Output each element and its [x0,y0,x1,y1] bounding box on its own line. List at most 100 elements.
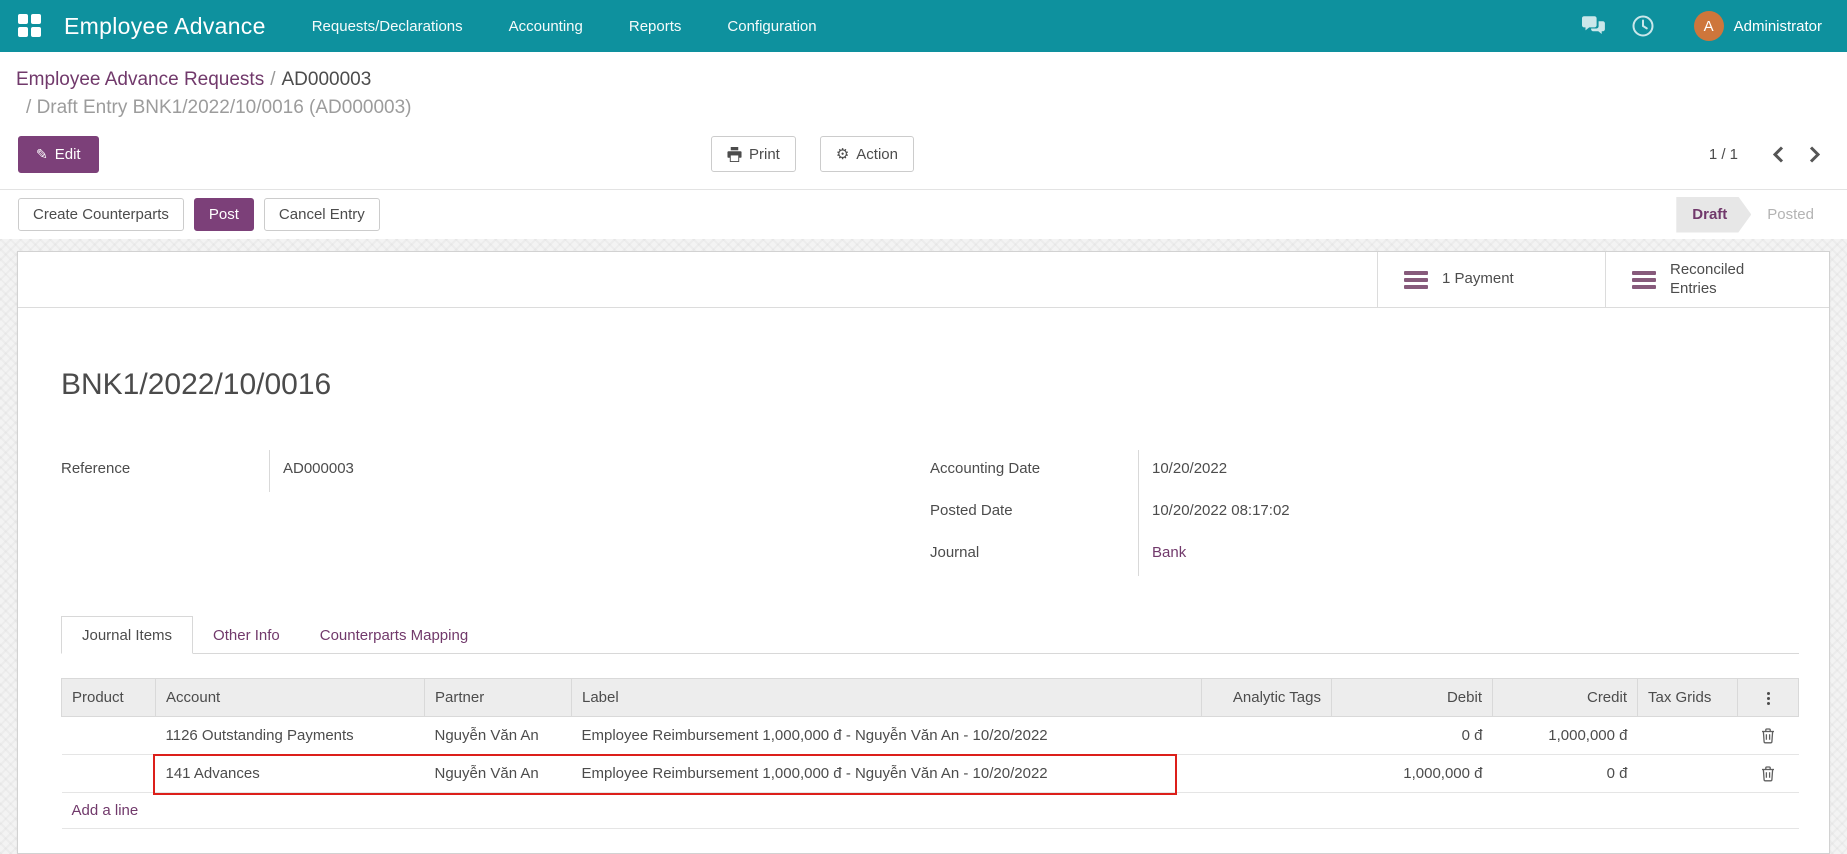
delete-row-button[interactable] [1738,755,1799,793]
cell-label[interactable]: Employee Reimbursement 1,000,000 đ - Ngu… [572,717,1202,755]
app-brand[interactable]: Employee Advance [64,13,266,40]
col-debit: Debit [1332,679,1493,717]
state-posted[interactable]: Posted [1751,197,1830,233]
action-button[interactable]: ⚙ Action [820,136,914,172]
breadcrumb-record-link[interactable]: AD000003 [282,69,372,90]
breadcrumb-separator: / [264,69,281,90]
cell-tax-grids[interactable] [1638,755,1738,793]
cell-account[interactable]: 141 Advances [156,755,425,793]
journal-items-body: 1126 Outstanding PaymentsNguyễn Văn AnEm… [62,717,1799,793]
cell-credit[interactable]: 0 đ [1493,755,1638,793]
cell-debit[interactable]: 0 đ [1332,717,1493,755]
edit-button-label: Edit [55,146,81,163]
tab-journal-items[interactable]: Journal Items [61,616,193,654]
cancel-entry-button[interactable]: Cancel Entry [264,198,380,231]
journal-items-table: Product Account Partner Label Analytic T… [61,678,1799,829]
pencil-icon: ✎ [36,146,48,163]
post-button[interactable]: Post [194,198,254,231]
statusbar: Create Counterparts Post Cancel Entry Dr… [0,190,1847,239]
user-menu[interactable]: Administrator [1734,18,1822,35]
pager-next-button[interactable] [1807,144,1822,165]
cell-product[interactable] [62,717,156,755]
menu-requests-declarations[interactable]: Requests/Declarations [312,18,463,35]
breadcrumb-current: Draft Entry BNK1/2022/10/0016 (AD000003) [37,97,412,118]
journal-value-link[interactable]: Bank [1138,534,1799,576]
tab-counterparts-mapping[interactable]: Counterparts Mapping [300,616,488,654]
menu-reports[interactable]: Reports [629,18,682,35]
add-line-link[interactable]: Add a line [72,802,139,819]
payments-stat-button[interactable]: 1 Payment [1377,252,1605,307]
state-draft[interactable]: Draft [1676,197,1751,233]
edit-button[interactable]: ✎ Edit [18,136,99,173]
tab-other-info[interactable]: Other Info [193,616,300,654]
cell-account[interactable]: 1126 Outstanding Payments [156,717,425,755]
pager-previous-button[interactable] [1771,144,1786,165]
accounting-date-value: 10/20/2022 [1138,450,1799,492]
notebook-tabs: Journal Items Other Info Counterparts Ma… [61,616,1799,654]
action-button-label: Action [856,146,898,163]
journal-label: Journal [930,534,1138,576]
top-navbar: Employee Advance Requests/Declarations A… [0,0,1847,52]
printer-icon [727,147,742,162]
form-view: 1 Payment Reconciled Entries BNK1/2022/1… [0,239,1847,854]
posted-date-value: 10/20/2022 08:17:02 [1138,492,1799,534]
col-analytic-tags: Analytic Tags [1202,679,1332,717]
state-widget: Draft Posted [1676,197,1830,233]
cell-partner[interactable]: Nguyễn Văn An [425,717,572,755]
apps-grid-icon[interactable] [18,14,42,38]
cell-debit[interactable]: 1,000,000 đ [1332,755,1493,793]
field-groups: Reference AD000003 Accounting Date 10/20… [61,450,1799,576]
chevron-right-icon [1809,146,1820,163]
cell-analytic-tags[interactable] [1202,717,1332,755]
breadcrumb-root-link[interactable]: Employee Advance Requests [16,69,264,90]
reference-value: AD000003 [269,450,930,492]
payments-stat-label: 1 Payment [1442,270,1514,289]
posted-date-label: Posted Date [930,492,1138,534]
chevron-left-icon [1773,146,1784,163]
form-sheet: 1 Payment Reconciled Entries BNK1/2022/1… [17,251,1830,854]
col-product: Product [62,679,156,717]
create-counterparts-button[interactable]: Create Counterparts [18,198,184,231]
table-row[interactable]: 1126 Outstanding PaymentsNguyễn Văn AnEm… [62,717,1799,755]
pager: 1 / 1 [1709,144,1822,165]
control-panel: Employee Advance Requests/AD000003 / Dra… [0,52,1847,190]
col-account: Account [156,679,425,717]
journal-items-bars-icon [1632,271,1656,289]
cell-tax-grids[interactable] [1638,717,1738,755]
menu-accounting[interactable]: Accounting [509,18,583,35]
delete-row-button[interactable] [1738,717,1799,755]
optional-columns-icon[interactable] [1738,679,1799,717]
cell-product[interactable] [62,755,156,793]
app-window: Employee Advance Requests/Declarations A… [0,0,1847,854]
breadcrumb-separator: / [26,97,31,118]
journal-items-bars-icon [1404,271,1428,289]
add-line-row: Add a line [62,793,1799,829]
menu-configuration[interactable]: Configuration [727,18,816,35]
col-credit: Credit [1493,679,1638,717]
reference-label: Reference [61,450,269,492]
table-row[interactable]: 141 AdvancesNguyễn Văn AnEmployee Reimbu… [62,755,1799,793]
user-avatar[interactable]: A [1694,11,1724,41]
messages-icon[interactable] [1581,16,1606,36]
cell-credit[interactable]: 1,000,000 đ [1493,717,1638,755]
cell-label[interactable]: Employee Reimbursement 1,000,000 đ - Ngu… [572,755,1202,793]
reconciled-entries-stat-button[interactable]: Reconciled Entries [1605,252,1829,307]
trash-icon [1761,765,1775,782]
record-title: BNK1/2022/10/0016 [61,368,1799,402]
main-menu: Requests/Declarations Accounting Reports… [312,18,817,35]
table-header-row: Product Account Partner Label Analytic T… [62,679,1799,717]
left-field-group: Reference AD000003 [61,450,930,576]
print-button-label: Print [749,146,780,163]
pager-value[interactable]: 1 / 1 [1709,146,1738,163]
stat-button-box: 1 Payment Reconciled Entries [18,252,1829,308]
gear-icon: ⚙ [836,145,849,163]
col-partner: Partner [425,679,572,717]
cell-partner[interactable]: Nguyễn Văn An [425,755,572,793]
right-field-group: Accounting Date 10/20/2022 Posted Date 1… [930,450,1799,576]
print-button[interactable]: Print [711,136,796,172]
trash-icon [1761,727,1775,744]
cell-analytic-tags[interactable] [1202,755,1332,793]
control-panel-buttons: ✎ Edit Print ⚙ Action [16,133,1822,175]
reconciled-entries-stat-label: Reconciled Entries [1670,261,1766,299]
activities-clock-icon[interactable] [1632,15,1654,37]
